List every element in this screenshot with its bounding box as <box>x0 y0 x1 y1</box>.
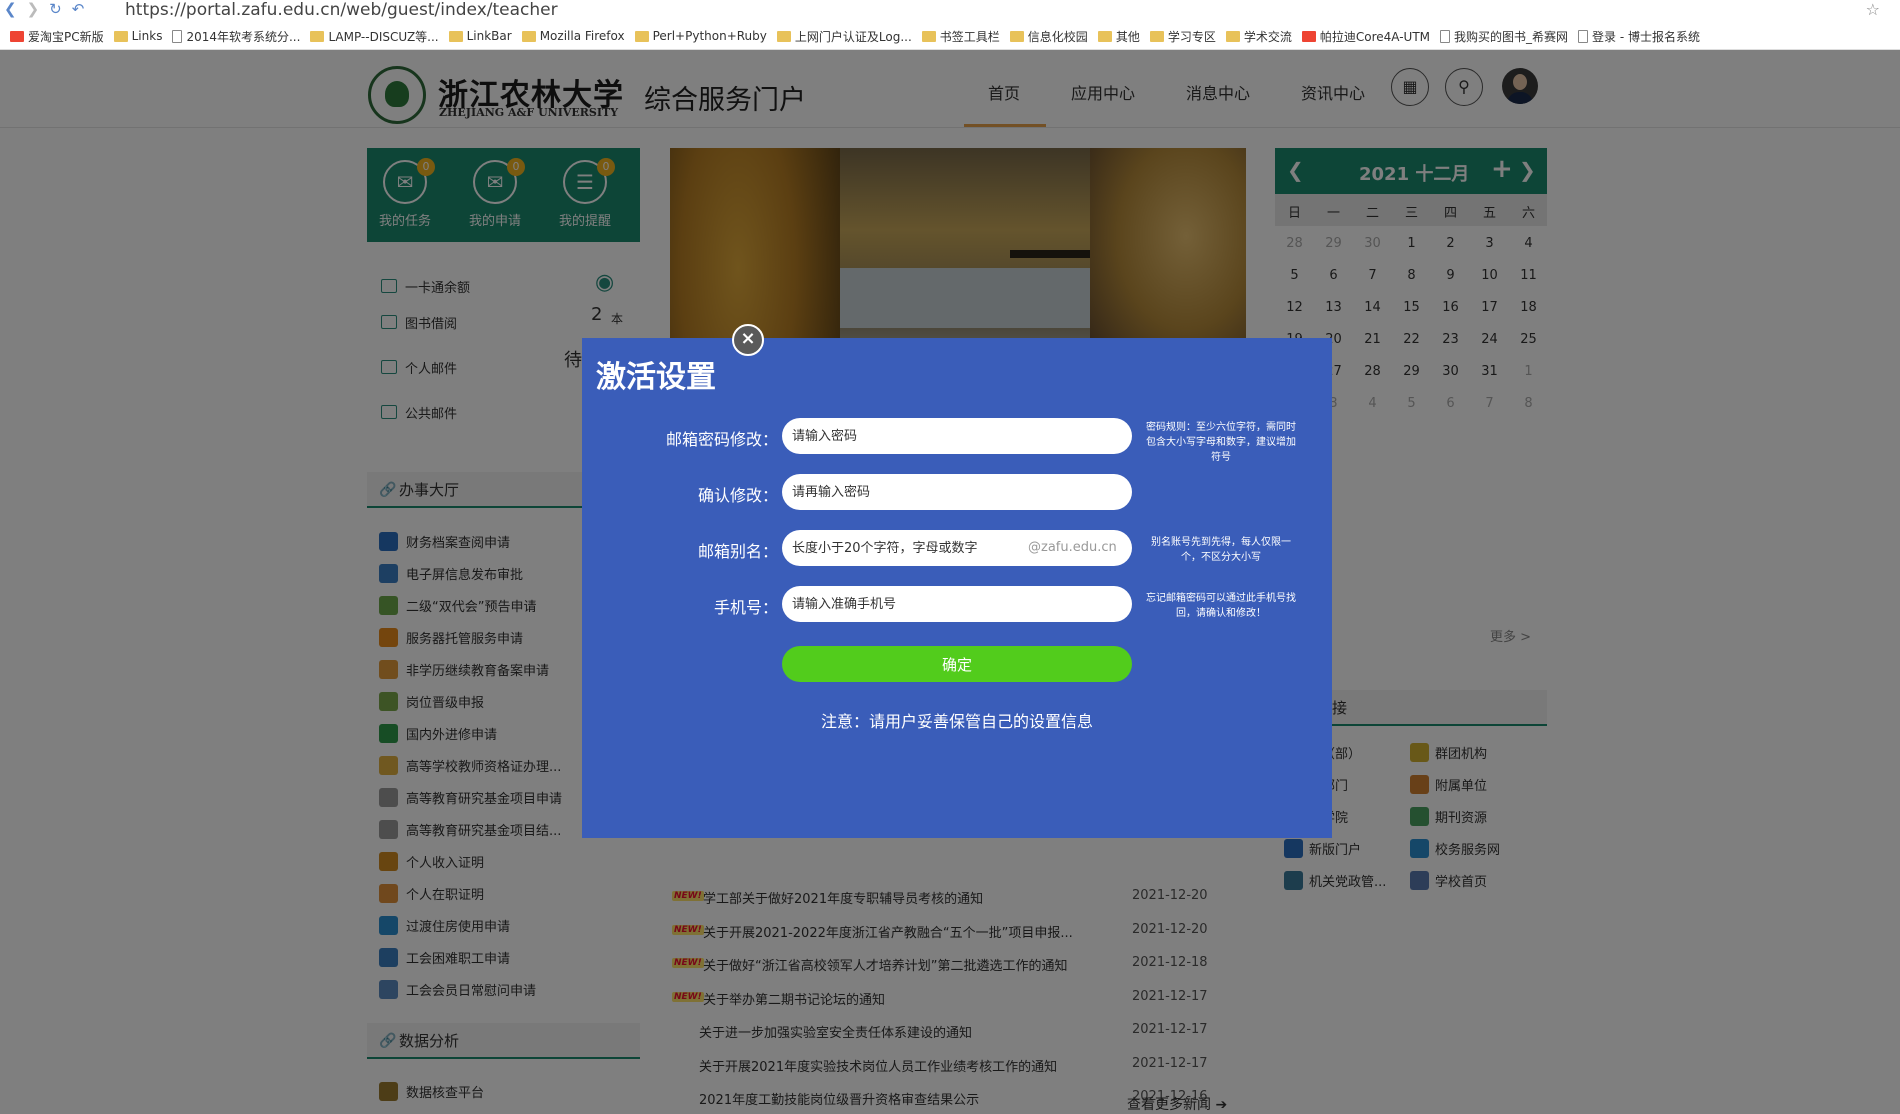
bookmark-item[interactable]: 帕拉迪Core4A-UTM <box>1301 28 1430 45</box>
bookmark-item[interactable]: 学习专区 <box>1149 28 1216 45</box>
bookmark-item[interactable]: 爱淘宝PC新版 <box>10 28 104 45</box>
bookmark-star-icon[interactable]: ☆ <box>1866 0 1880 19</box>
password-input[interactable] <box>782 418 1132 454</box>
phone-hint: 忘记邮箱密码可以通过此手机号找回，请确认和修改！ <box>1146 593 1296 619</box>
folder-icon <box>921 30 936 42</box>
bookmark-item[interactable]: 登录 - 博士报名系统 <box>1578 28 1700 45</box>
password-label: 邮箱密码修改： <box>665 430 778 449</box>
confirm-password-label: 确认修改： <box>697 486 778 505</box>
address-bar[interactable]: https://portal.zafu.edu.cn/web/guest/ind… <box>125 0 558 20</box>
folder-icon <box>521 30 536 42</box>
folder-icon <box>1097 30 1112 42</box>
alias-label: 邮箱别名： <box>697 542 778 561</box>
folder-icon <box>310 30 325 42</box>
page-icon <box>172 29 183 43</box>
forward-arrow-icon[interactable]: ❯ <box>27 0 40 18</box>
bookmark-item[interactable]: Links <box>113 29 162 43</box>
bookmark-item[interactable]: 书签工具栏 <box>921 28 1000 45</box>
folder-icon <box>1225 30 1240 42</box>
page-icon <box>1440 29 1451 43</box>
alias-hint: 别名账号先到先得，每人仅限一个，不区分大小写 <box>1151 537 1291 563</box>
bookmarks-bar: 爱淘宝PC新版 Links 2014年软考系统分... LAMP--DISCUZ… <box>0 25 1700 47</box>
folder-icon <box>1009 30 1024 42</box>
bookmark-item[interactable]: 上网门户认证及Log... <box>776 28 912 45</box>
bookmark-item[interactable]: 我购买的图书_希赛网 <box>1440 28 1568 45</box>
folder-icon <box>776 30 791 42</box>
folder-icon <box>634 30 649 42</box>
taobao-icon <box>10 30 24 42</box>
bookmark-item[interactable]: LAMP--DISCUZ等... <box>310 28 439 45</box>
browser-toolbar: ❮ ❯ ↻ ↶ https://portal.zafu.edu.cn/web/g… <box>0 0 1900 50</box>
back-arrow-icon[interactable]: ❮ <box>4 0 17 18</box>
site-icon <box>1301 30 1316 42</box>
confirm-button[interactable]: 确定 <box>782 646 1132 682</box>
close-icon[interactable]: × <box>732 324 764 356</box>
folder-icon <box>1149 30 1164 42</box>
bookmark-item[interactable]: LinkBar <box>448 29 512 43</box>
folder-icon <box>448 30 463 42</box>
browser-nav-buttons: ❮ ❯ ↻ ↶ <box>4 0 84 18</box>
activation-dialog: 激活设置 邮箱密码修改： 密码规则：至少六位字符，需同时包含大小写字母和数字，建… <box>582 338 1332 838</box>
bookmark-item[interactable]: 学术交流 <box>1225 28 1292 45</box>
bookmark-item[interactable]: 其他 <box>1097 28 1140 45</box>
page-icon <box>1578 29 1589 43</box>
bookmark-item[interactable]: Mozilla Firefox <box>521 29 625 43</box>
alias-input[interactable] <box>782 530 1132 566</box>
confirm-password-input[interactable] <box>782 474 1132 510</box>
dialog-title: 激活设置 <box>596 360 716 395</box>
home-icon[interactable]: ↶ <box>72 0 85 18</box>
phone-label: 手机号： <box>713 598 778 617</box>
bookmark-item[interactable]: 2014年软考系统分... <box>172 28 300 45</box>
bookmark-item[interactable]: 信息化校园 <box>1009 28 1088 45</box>
phone-input[interactable] <box>782 586 1132 622</box>
bookmark-item[interactable]: Perl+Python+Ruby <box>634 29 767 43</box>
password-hint: 密码规则：至少六位字符，需同时包含大小写字母和数字，建议增加符号 <box>1146 422 1296 463</box>
folder-icon <box>113 30 128 42</box>
dialog-note: 注意：请用户妥善保管自己的设置信息 <box>820 712 1093 731</box>
reload-icon[interactable]: ↻ <box>49 0 62 18</box>
